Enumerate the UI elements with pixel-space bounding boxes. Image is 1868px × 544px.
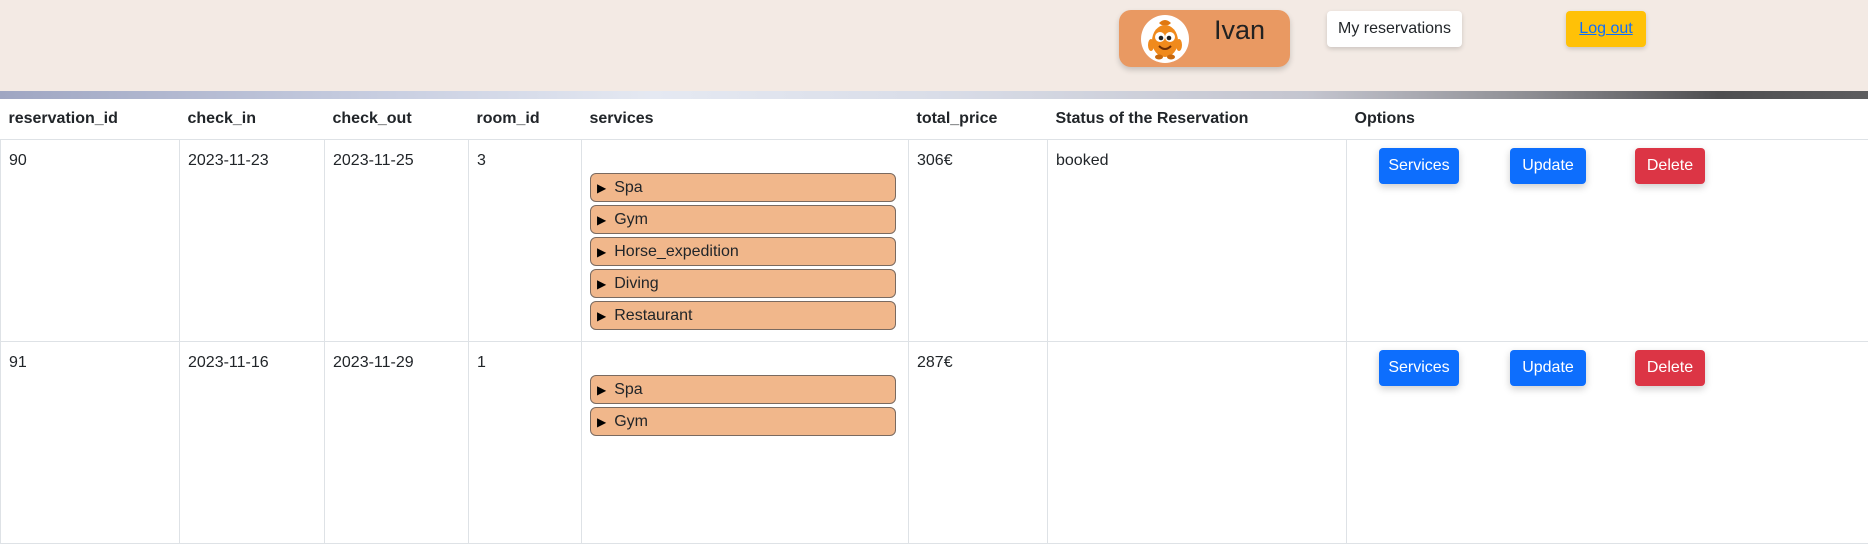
cell-status — [1048, 342, 1347, 544]
services-list: ▶Spa ▶Gym ▶Horse_expedition ▶Diving ▶Res… — [590, 173, 900, 330]
mascot-avatar-icon — [1141, 15, 1189, 63]
cell-room-id: 3 — [469, 140, 582, 342]
cell-options: Services Update Delete — [1347, 342, 1868, 544]
cell-reservation-id: 91 — [1, 342, 180, 544]
user-name: Ivan — [1214, 15, 1265, 46]
service-item-spa[interactable]: ▶Spa — [590, 375, 896, 404]
cell-options: Services Update Delete — [1347, 140, 1868, 342]
cell-reservation-id: 90 — [1, 140, 180, 342]
cell-check-in: 2023-11-23 — [180, 140, 325, 342]
cell-services: ▶Spa ▶Gym ▶Horse_expedition ▶Diving ▶Res… — [582, 140, 909, 342]
logout-button[interactable]: Log out — [1566, 11, 1646, 47]
column-header-options: Options — [1347, 99, 1868, 140]
cell-check-out: 2023-11-25 — [325, 140, 469, 342]
expand-triangle-icon: ▶ — [597, 181, 606, 195]
services-list: ▶Spa ▶Gym — [590, 375, 900, 436]
cell-status: booked — [1048, 140, 1347, 342]
reservations-table: reservation_id check_in check_out room_i… — [0, 99, 1868, 544]
expand-triangle-icon: ▶ — [597, 309, 606, 323]
column-header-check-out: check_out — [325, 99, 469, 140]
delete-button[interactable]: Delete — [1635, 350, 1705, 386]
cell-check-in: 2023-11-16 — [180, 342, 325, 544]
expand-triangle-icon: ▶ — [597, 415, 606, 429]
service-item-gym[interactable]: ▶Gym — [590, 205, 896, 234]
update-button[interactable]: Update — [1510, 148, 1586, 184]
services-button[interactable]: Services — [1379, 350, 1459, 386]
table-row: 91 2023-11-16 2023-11-29 1 ▶Spa ▶Gym 287… — [1, 342, 1868, 544]
column-header-check-in: check_in — [180, 99, 325, 140]
top-bar: Ivan My reservations Log out — [0, 0, 1868, 91]
service-item-gym[interactable]: ▶Gym — [590, 407, 896, 436]
table-header-row: reservation_id check_in check_out room_i… — [1, 99, 1868, 140]
delete-button[interactable]: Delete — [1635, 148, 1705, 184]
expand-triangle-icon: ▶ — [597, 383, 606, 397]
expand-triangle-icon: ▶ — [597, 245, 606, 259]
cell-check-out: 2023-11-29 — [325, 342, 469, 544]
expand-triangle-icon: ▶ — [597, 277, 606, 291]
column-header-total-price: total_price — [909, 99, 1048, 140]
table-row: 90 2023-11-23 2023-11-25 3 ▶Spa ▶Gym ▶Ho… — [1, 140, 1868, 342]
services-button[interactable]: Services — [1379, 148, 1459, 184]
cell-total-price: 287€ — [909, 342, 1048, 544]
cell-services: ▶Spa ▶Gym — [582, 342, 909, 544]
avatar — [1141, 15, 1189, 63]
update-button[interactable]: Update — [1510, 350, 1586, 386]
service-item-diving[interactable]: ▶Diving — [590, 269, 896, 298]
decorative-divider-stripe — [0, 91, 1868, 99]
service-item-horse-expedition[interactable]: ▶Horse_expedition — [590, 237, 896, 266]
column-header-reservation-id: reservation_id — [1, 99, 180, 140]
column-header-room-id: room_id — [469, 99, 582, 140]
column-header-status: Status of the Reservation — [1048, 99, 1347, 140]
user-profile-badge[interactable]: Ivan — [1119, 10, 1290, 67]
cell-total-price: 306€ — [909, 140, 1048, 342]
service-item-spa[interactable]: ▶Spa — [590, 173, 896, 202]
cell-room-id: 1 — [469, 342, 582, 544]
service-item-restaurant[interactable]: ▶Restaurant — [590, 301, 896, 330]
expand-triangle-icon: ▶ — [597, 213, 606, 227]
my-reservations-button[interactable]: My reservations — [1327, 11, 1462, 47]
column-header-services: services — [582, 99, 909, 140]
